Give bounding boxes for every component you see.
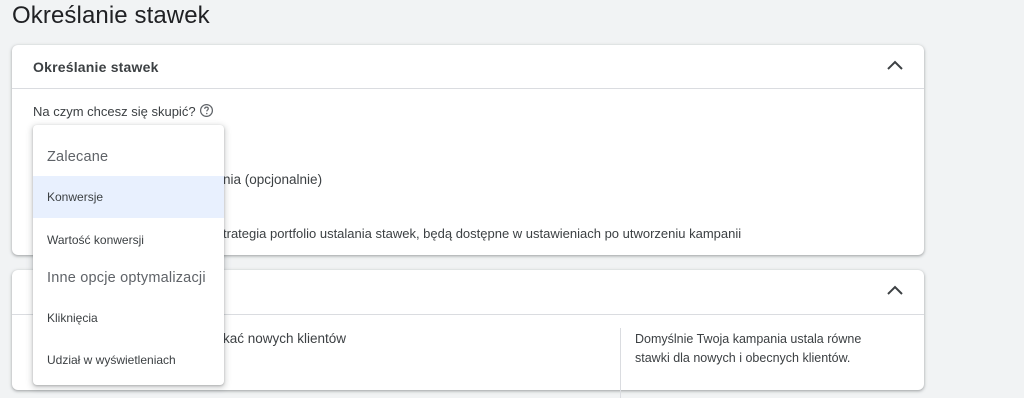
dropdown-item-impression-share[interactable]: Udział w wyświetleniach xyxy=(33,339,224,381)
side-note-line: Domyślnie Twoja kampania ustala równe xyxy=(635,332,862,346)
focus-question-label: Na czym chcesz się skupić? xyxy=(33,104,196,119)
optional-setting-text: nia (opcjonalnie) xyxy=(223,172,323,187)
side-note: Domyślnie Twoja kampania ustala równe st… xyxy=(635,330,905,368)
dropdown-item-clicks[interactable]: Kliknięcia xyxy=(33,297,224,339)
dropdown-group-other: Inne opcje optymalizacji xyxy=(47,270,206,286)
bidding-card-header[interactable]: Określanie stawek xyxy=(12,45,924,89)
dropdown-group-recommended: Zalecane xyxy=(47,149,109,165)
dropdown-item-label: Konwersje xyxy=(47,190,104,204)
dropdown-item-conversions[interactable]: Konwersje xyxy=(33,176,224,218)
portfolio-strategy-note: trategia portfolio ustalania stawek, będ… xyxy=(223,226,742,241)
side-note-divider xyxy=(620,328,621,398)
chevron-up-icon[interactable] xyxy=(884,282,906,300)
bidding-card-title: Określanie stawek xyxy=(33,59,159,75)
chevron-up-icon[interactable] xyxy=(884,57,906,75)
dropdown-item-label: Kliknięcia xyxy=(47,311,98,325)
page-title: Określanie stawek xyxy=(12,2,210,29)
side-note-line: stawki dla nowych i obecnych klientów. xyxy=(635,351,851,365)
focus-dropdown-menu: Zalecane Konwersje Wartość konwersji Inn… xyxy=(33,125,224,385)
acquire-customers-option-text: kać nowych klientów xyxy=(223,331,347,346)
help-circle-icon[interactable] xyxy=(199,103,214,118)
dropdown-item-conversion-value[interactable]: Wartość konwersji xyxy=(33,219,224,261)
dropdown-item-label: Wartość konwersji xyxy=(47,233,144,247)
dropdown-item-label: Udział w wyświetleniach xyxy=(47,353,176,367)
